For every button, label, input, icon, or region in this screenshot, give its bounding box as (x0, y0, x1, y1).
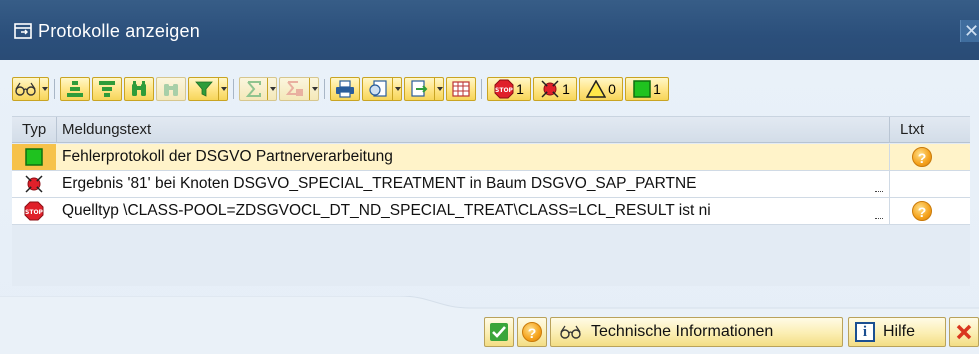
export-button[interactable] (404, 77, 444, 101)
confirm-button[interactable] (484, 317, 514, 347)
success-count: 1 (653, 81, 661, 97)
technical-info-label: Technische Informationen (591, 323, 774, 340)
table-row[interactable]: Ergebnis '81' bei Knoten DSGVO_SPECIAL_T… (12, 171, 970, 198)
chevron-down-icon[interactable] (39, 78, 48, 100)
sort-descending-icon (99, 81, 115, 97)
toolbar-separator (481, 79, 482, 99)
table-row[interactable]: STOP Quelltyp \CLASS-POOL=ZDSGVOCL_DT_ND… (12, 198, 970, 225)
close-icon (956, 324, 972, 340)
column-header-ltxt[interactable]: Ltxt (900, 121, 924, 138)
error-count: 1 (562, 81, 570, 97)
success-icon (633, 80, 651, 98)
table-row[interactable]: Fehlerprotokoll der DSGVO Partnerverarbe… (12, 144, 970, 171)
find-next-icon (164, 84, 178, 96)
find-next-button[interactable] (156, 77, 186, 101)
stop-icon: STOP (24, 201, 44, 221)
toolbar-separator (54, 79, 55, 99)
question-icon: ? (522, 322, 542, 342)
sort-descending-button[interactable] (92, 77, 122, 101)
chevron-down-icon[interactable] (392, 78, 401, 100)
message-text: Ergebnis '81' bei Knoten DSGVO_SPECIAL_T… (62, 175, 697, 192)
printer-icon (336, 80, 354, 98)
sort-ascending-button[interactable] (60, 77, 90, 101)
warning-count: 0 (608, 81, 616, 97)
stop-count: 1 (516, 81, 524, 97)
table-header: Typ Meldungstext Ltxt (12, 117, 970, 143)
window-title: Protokolle anzeigen (38, 21, 200, 41)
views-button[interactable] (362, 77, 402, 101)
sort-ascending-icon (67, 81, 83, 97)
dialog-content: STOP 1 1 0 1 Typ Meldungstext Ltxt Fehle… (0, 60, 979, 354)
filter-icon (194, 81, 213, 97)
sum-button[interactable] (239, 77, 277, 101)
message-text: Quelltyp \CLASS-POOL=ZDSGVOCL_DT_ND_SPEC… (62, 202, 711, 219)
message-table: Typ Meldungstext Ltxt Fehlerprotokoll de… (12, 116, 970, 286)
chevron-down-icon[interactable] (309, 78, 318, 100)
subtotal-button[interactable] (279, 77, 319, 101)
ltxt-cell: ? (889, 198, 970, 224)
help-label: Hilfe (883, 323, 916, 340)
window-icon (14, 23, 32, 39)
filter-button[interactable] (188, 77, 228, 101)
ltxt-cell (889, 171, 970, 197)
layout-button[interactable] (446, 77, 476, 101)
chevron-down-icon[interactable] (434, 78, 443, 100)
cancel-button[interactable] (949, 317, 979, 347)
help-info-button[interactable]: ? (517, 317, 547, 347)
error-icon (541, 80, 559, 98)
truncation-marker (875, 191, 883, 192)
subtotal-icon (285, 81, 303, 96)
binoculars-icon (132, 81, 146, 96)
column-separator[interactable] (889, 117, 890, 143)
type-cell: STOP (12, 198, 56, 224)
print-button[interactable] (330, 77, 360, 101)
help-button[interactable]: i Hilfe (848, 317, 946, 347)
svg-text:STOP: STOP (495, 87, 514, 94)
filter-warning-button[interactable]: 0 (579, 77, 623, 101)
alv-toolbar: STOP 1 1 0 1 (12, 76, 972, 102)
type-cell (12, 171, 56, 197)
glasses-icon (560, 325, 581, 339)
window-close-button[interactable]: ✕ (960, 20, 979, 42)
toolbar-separator (324, 79, 325, 99)
details-button[interactable] (12, 77, 49, 101)
svg-text:STOP: STOP (25, 209, 44, 216)
chevron-down-icon[interactable] (218, 78, 227, 100)
column-header-typ[interactable]: Typ (22, 121, 46, 138)
sigma-icon (245, 81, 261, 97)
filter-success-button[interactable]: 1 (625, 77, 669, 101)
truncation-marker (875, 218, 883, 219)
stop-icon: STOP (494, 79, 514, 99)
title-bar: Protokolle anzeigen ✕ (0, 0, 979, 60)
message-text: Fehlerprotokoll der DSGVO Partnerverarbe… (62, 148, 393, 165)
technical-info-button[interactable]: Technische Informationen (550, 317, 843, 347)
toolbar-separator (233, 79, 234, 99)
error-icon (25, 175, 43, 193)
type-cell (12, 144, 56, 170)
long-text-help-icon[interactable]: ? (912, 147, 932, 167)
find-button[interactable] (124, 77, 154, 101)
filter-error-button[interactable]: 1 (533, 77, 577, 101)
grid-icon (452, 81, 470, 97)
warning-icon (586, 80, 607, 98)
column-header-meldungstext[interactable]: Meldungstext (62, 121, 151, 138)
export-icon (410, 80, 427, 97)
checkmark-icon (490, 323, 508, 341)
info-icon: i (855, 322, 875, 342)
column-separator[interactable] (56, 117, 57, 143)
filter-stop-button[interactable]: STOP 1 (487, 77, 531, 101)
views-icon (368, 80, 387, 97)
success-icon (25, 148, 43, 166)
glasses-icon (15, 82, 36, 96)
chevron-down-icon[interactable] (267, 78, 276, 100)
ltxt-cell: ? (889, 144, 970, 170)
close-icon: ✕ (963, 21, 979, 41)
long-text-help-icon[interactable]: ? (912, 201, 932, 221)
